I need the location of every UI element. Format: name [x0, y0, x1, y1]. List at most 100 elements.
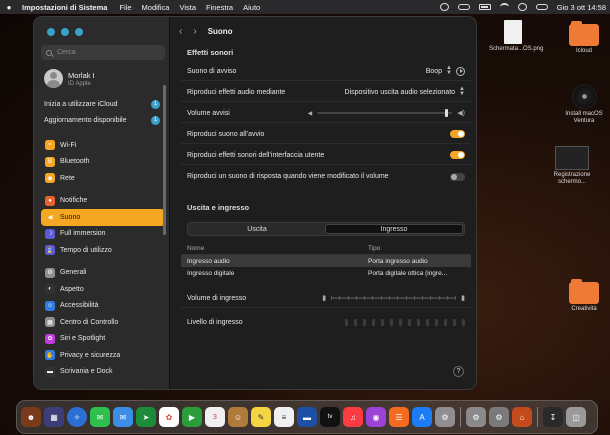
slider-tick: [413, 296, 415, 300]
speaker-high-icon: ◀): [457, 110, 465, 117]
sidebar-item-update[interactable]: Aggiornamento disponibile 1: [44, 116, 160, 125]
app-store-icon[interactable]: A: [412, 407, 432, 427]
level-segment: [462, 319, 465, 326]
control-center-menu-icon[interactable]: [535, 4, 548, 10]
status-app-icon[interactable]: [439, 3, 449, 11]
music-icon[interactable]: ♫: [343, 407, 363, 427]
document-icon: [504, 20, 522, 44]
dock: ☻ ▦ ✧ ✉ ✉ ➤ ✿ ▶ 3 ☺ ✎ ≡ ▬ tv ♫ ◉ ☰ A ⚙ ⚙…: [16, 400, 598, 434]
disk-utility-icon[interactable]: ⚙: [466, 407, 486, 427]
menu-clock[interactable]: Gio 3 ott 14:58: [557, 3, 606, 12]
dock-separator: [460, 407, 461, 427]
system-settings-icon[interactable]: ⚙: [435, 407, 455, 427]
sidebar-item-notifiche[interactable]: ● Notifiche: [41, 193, 165, 210]
sidebar-item-scrivania-e-dock[interactable]: ▬ Scrivania e Dock: [41, 364, 165, 381]
downloads-stack-icon[interactable]: ↧: [543, 407, 563, 427]
desktop-folder-icloud[interactable]: Icloud: [560, 21, 608, 55]
search-input[interactable]: Cerca: [41, 45, 165, 60]
play-icon[interactable]: [456, 66, 465, 76]
menu-edit[interactable]: Modifica: [142, 3, 170, 12]
ui-sounds-toggle[interactable]: [450, 151, 465, 159]
level-segment: [345, 319, 348, 326]
apple-menu-icon[interactable]: ●: [4, 3, 14, 12]
battery-icon[interactable]: [478, 4, 491, 10]
launchpad-icon[interactable]: ▦: [44, 407, 64, 427]
installer-icon[interactable]: ⚙: [489, 407, 509, 427]
apple-tv-icon[interactable]: tv: [320, 407, 340, 427]
sidebar-item-siri-e-spotlight[interactable]: ✿ Siri e Spotlight: [41, 331, 165, 348]
desktop-file-screenshot[interactable]: Schermata...OS.png: [489, 20, 543, 53]
alert-volume-knob[interactable]: [445, 109, 449, 117]
stepper-chevrons-icon: ▲ ▼: [459, 86, 465, 97]
home-app-icon[interactable]: ⌂: [512, 407, 532, 427]
control-pill-icon[interactable]: [457, 4, 470, 10]
column-header-type[interactable]: Tipo: [368, 245, 471, 252]
notes-icon[interactable]: ✎: [251, 407, 271, 427]
sidebar-item-aspetto[interactable]: ◐ Aspetto: [41, 281, 165, 298]
startup-sound-toggle[interactable]: [450, 130, 465, 138]
contacts-icon[interactable]: ☺: [228, 407, 248, 427]
input-volume-slider[interactable]: [331, 293, 457, 303]
wifi-status-icon[interactable]: [499, 3, 509, 11]
globe-icon: ◉: [45, 173, 55, 184]
sidebar-item-rete[interactable]: ◉ Rete: [41, 170, 165, 187]
sidebar-item-icloud[interactable]: Inizia a utilizzare iCloud 1: [44, 100, 160, 109]
menu-view[interactable]: Vista: [179, 3, 196, 12]
sidebar-item-tempo-di-utilizzo[interactable]: ⌛ Tempo di utilizzo: [41, 242, 165, 259]
table-row[interactable]: Ingresso digitale Porta digitale ottica …: [181, 267, 471, 279]
volume-feedback-toggle[interactable]: [450, 172, 465, 181]
device-type: Porta ingresso audio: [368, 257, 428, 265]
help-button[interactable]: ?: [453, 366, 464, 377]
desktop-file-recording[interactable]: Registrazione schermo...: [548, 146, 596, 186]
sidebar-item-privacy-e-sicurezza[interactable]: ✋ Privacy e sicurezza: [41, 347, 165, 364]
user-account[interactable]: Morlak I ID Apple: [44, 69, 95, 88]
sidebar-item-generali[interactable]: ⚙ Generali: [41, 265, 165, 282]
level-segment: [426, 319, 429, 326]
sidebar-item-suono[interactable]: ◀ Suono: [41, 209, 165, 226]
sidebar-item-centro-di-controllo[interactable]: ▦ Centro di Controllo: [41, 314, 165, 331]
mail-icon[interactable]: ✉: [113, 407, 133, 427]
alert-sound-select[interactable]: Boop: [426, 68, 442, 75]
menu-help[interactable]: Aiuto: [243, 3, 260, 12]
sidebar-item-wi-fi[interactable]: ≈ Wi-Fi: [41, 137, 165, 154]
stepper-chevrons-icon[interactable]: ▲ ▼: [446, 65, 452, 76]
menu-window[interactable]: Finestra: [206, 3, 233, 12]
menu-file[interactable]: File: [119, 3, 131, 12]
freeform-icon[interactable]: ▬: [297, 407, 317, 427]
back-chevron-icon[interactable]: ‹: [179, 26, 182, 37]
play-effects-select[interactable]: Dispositivo uscita audio selezionato ▲ ▼: [345, 86, 465, 97]
menu-app-name[interactable]: Impostazioni di Sistema: [22, 3, 107, 12]
sidebar-item-accessibilità[interactable]: ☺ Accessibilità: [41, 298, 165, 315]
column-header-name[interactable]: Nome: [187, 245, 368, 252]
messages-icon[interactable]: ✉: [90, 407, 110, 427]
sidebar-scroll-thumb[interactable]: [163, 85, 166, 235]
reminders-icon[interactable]: ≡: [274, 407, 294, 427]
alert-volume-slider[interactable]: [317, 108, 453, 118]
calendar-icon[interactable]: 3: [205, 407, 225, 427]
safari-icon[interactable]: ✧: [67, 407, 87, 427]
sidebar-item-bluetooth[interactable]: B Bluetooth: [41, 154, 165, 171]
maps-icon[interactable]: ➤: [136, 407, 156, 427]
photos-icon[interactable]: ✿: [159, 407, 179, 427]
minimize-window-button[interactable]: [61, 28, 69, 36]
desktop-disk-installer[interactable]: Install macOS Ventura: [560, 84, 608, 125]
tab-input[interactable]: Ingresso: [325, 224, 463, 234]
volume-feedback-label: Riproduci un suono di risposta quando vi…: [187, 173, 389, 180]
forward-chevron-icon[interactable]: ›: [193, 26, 196, 37]
hourglass-icon: ⌛: [45, 245, 55, 256]
desktop-folder-creativita[interactable]: Creatività: [560, 279, 608, 313]
tab-output[interactable]: Uscita: [189, 224, 325, 234]
main-pane: ‹ › Suono Effetti sonori Suono di avviso…: [171, 17, 476, 389]
trash-icon[interactable]: ◫: [566, 407, 586, 427]
sidebar-item-full-immersion[interactable]: ☽ Full immersion: [41, 226, 165, 243]
close-window-button[interactable]: [47, 28, 55, 36]
spotlight-icon[interactable]: [517, 3, 527, 11]
finder-icon[interactable]: ☻: [21, 407, 41, 427]
books-icon[interactable]: ☰: [389, 407, 409, 427]
podcasts-icon[interactable]: ◉: [366, 407, 386, 427]
table-row[interactable]: Ingresso audio Porta ingresso audio: [181, 255, 471, 267]
facetime-icon[interactable]: ▶: [182, 407, 202, 427]
zoom-window-button[interactable]: [75, 28, 83, 36]
sidebar-scrollbar[interactable]: [163, 67, 167, 385]
slider-tick: [355, 296, 357, 300]
